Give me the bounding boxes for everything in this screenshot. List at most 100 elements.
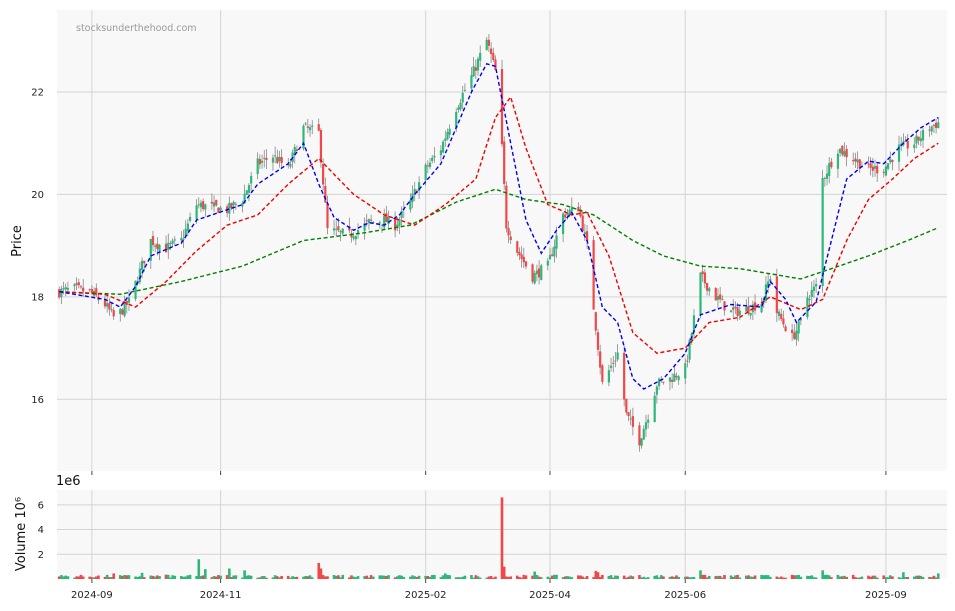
volume-y-tick-label: 2 [38, 550, 44, 561]
candle-up [485, 39, 488, 51]
x-tick-label: 2025-06 [664, 590, 706, 601]
candle-up [553, 246, 556, 257]
volume-bar [371, 576, 375, 579]
candle-down [58, 289, 61, 298]
volume-bar [188, 574, 192, 579]
candle-down [202, 201, 205, 210]
volume-bar [158, 576, 161, 579]
candle-down [934, 122, 938, 128]
candle-down [319, 129, 323, 163]
candle-up [459, 102, 462, 110]
candle-up [745, 307, 748, 312]
candle-down [230, 203, 233, 209]
candle-up [311, 125, 314, 127]
candle-up [915, 135, 918, 144]
candle-up [335, 228, 338, 230]
candle-up [188, 216, 192, 221]
candle-up [629, 418, 632, 420]
candle-up [913, 144, 916, 149]
candle-down [917, 136, 920, 141]
candle-down [581, 215, 584, 232]
candle-up [668, 377, 672, 382]
candle-up [219, 207, 222, 211]
price-y-tick-label: 20 [31, 190, 44, 201]
volume-bar [310, 577, 314, 579]
candle-up [708, 288, 711, 292]
candle-up [640, 438, 643, 446]
candle-down [867, 163, 870, 165]
candle-up [123, 301, 126, 317]
candle-up [234, 203, 237, 205]
volume-bar [234, 575, 238, 579]
volume-bar [219, 575, 222, 579]
volume-bar [921, 576, 925, 579]
candle-down [841, 145, 844, 155]
candle-down [88, 289, 91, 291]
volume-bar [66, 576, 70, 579]
candle-up [897, 144, 901, 162]
volume-bar [875, 577, 879, 579]
candle-up [149, 238, 152, 261]
candle-down [143, 260, 146, 264]
x-tick-label: 2024-09 [71, 590, 113, 601]
candle-up [66, 288, 70, 290]
price-y-tick-label: 22 [31, 87, 44, 98]
candle-down [322, 164, 325, 185]
candle-down [326, 202, 329, 229]
candle-down [537, 268, 541, 278]
candle-up [655, 386, 658, 395]
candle-down [258, 159, 261, 165]
candle-down [882, 171, 885, 173]
candle-up [614, 360, 617, 362]
candle-down [852, 160, 855, 162]
candle-down [662, 381, 665, 383]
volume-bar [326, 576, 329, 579]
candle-up [339, 230, 342, 233]
candle-up [570, 206, 573, 211]
volume-bar [891, 576, 894, 579]
volume-bar [341, 574, 345, 579]
candle-up [232, 201, 235, 206]
candle-down [103, 299, 107, 307]
candle-up [180, 237, 183, 241]
volume-bar [646, 577, 650, 579]
candle-up [140, 260, 144, 271]
candle-down [793, 332, 796, 339]
candle-down [520, 254, 523, 259]
volume-bar [845, 576, 848, 579]
candle-down [507, 228, 510, 236]
candle-up [642, 428, 645, 440]
candle-down [210, 201, 213, 204]
candle-up [533, 273, 536, 284]
candle-down [780, 313, 783, 320]
candle-up [73, 284, 76, 287]
volume-bar [356, 576, 360, 579]
candle-down [701, 271, 704, 275]
candle-down [601, 365, 604, 382]
candle-up [887, 163, 890, 169]
candle-up [448, 128, 451, 135]
candle-up [653, 395, 656, 423]
candle-up [461, 92, 464, 103]
candle-up [119, 308, 122, 315]
candle-up [428, 162, 432, 168]
candle-down [112, 310, 115, 317]
volume-bar [555, 574, 558, 579]
watermark-text: stocksunderthehood.com [76, 23, 197, 34]
volume-axis-title: Volume 10⁶ [14, 497, 29, 571]
candle-down [317, 124, 320, 131]
chart-figure: stocksunderthehood.com 16 18 20 22 Price 2 4… [0, 0, 955, 611]
candle-down [631, 416, 634, 427]
candle-up [797, 321, 800, 334]
volume-bar [97, 575, 100, 579]
candle-down [732, 307, 735, 310]
candle-down [638, 425, 641, 446]
volume-bar [692, 576, 696, 579]
volume-bar [738, 577, 742, 579]
x-tick-label: 2025-09 [865, 590, 907, 601]
candle-up [777, 311, 781, 316]
candle-down [509, 236, 512, 241]
candle-up [308, 127, 312, 131]
candle-down [77, 282, 80, 286]
candle-down [516, 241, 519, 253]
